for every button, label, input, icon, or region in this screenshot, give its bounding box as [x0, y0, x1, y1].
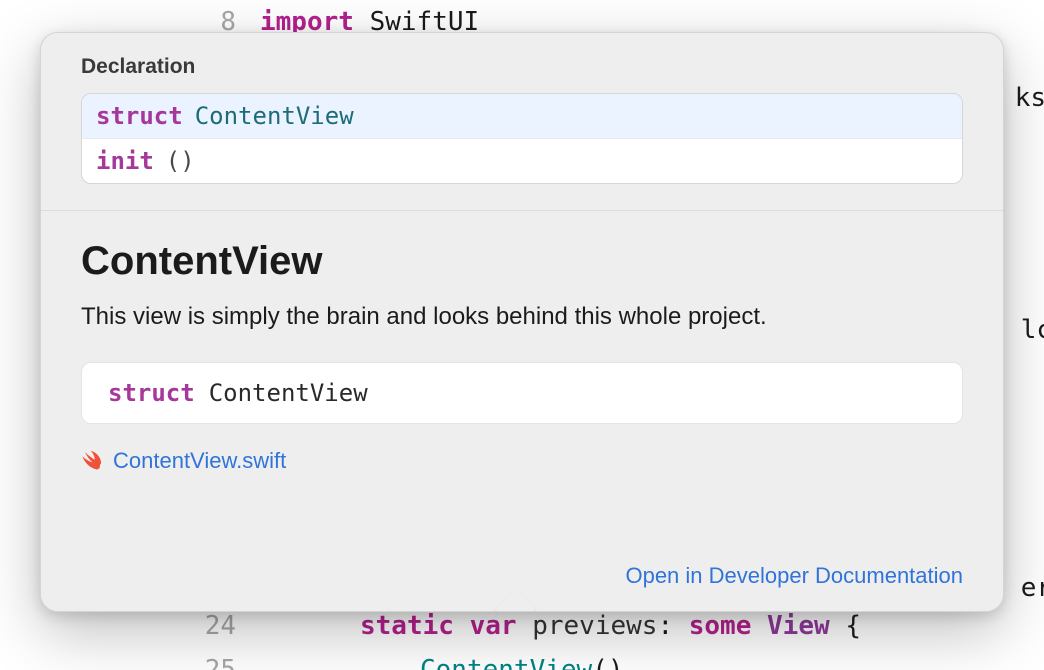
gutter-line-number: 25: [0, 648, 260, 670]
detail-summary: This view is simply the brain and looks …: [81, 300, 963, 334]
keyword-static: static: [360, 611, 454, 641]
swift-icon: [81, 450, 103, 472]
code-line: 25 ContentView(): [0, 648, 1044, 670]
declaration-row-struct[interactable]: struct ContentView: [82, 94, 962, 138]
decl-keyword: init: [96, 147, 154, 175]
source-file-name: ContentView.swift: [113, 448, 286, 474]
keyword-var: var: [470, 611, 517, 641]
call-contentview: ContentView: [420, 655, 592, 670]
parens: (): [592, 655, 623, 670]
detail-title: ContentView: [81, 239, 963, 284]
signature-keyword: struct: [108, 379, 195, 407]
decl-keyword: struct: [96, 102, 183, 130]
quick-help-popover: Declaration struct ContentView init () Co…: [40, 32, 1004, 612]
decl-parens: (): [166, 147, 195, 175]
keyword-some: some: [689, 611, 752, 641]
declaration-detail: ContentView This view is simply the brai…: [41, 211, 1003, 611]
declaration-section-label: Declaration: [41, 33, 1003, 93]
fragment-ks: ks: [1015, 76, 1044, 120]
fragment-lc: lc: [1021, 308, 1044, 352]
signature-box: struct ContentView: [81, 362, 963, 424]
code-content: ContentView(): [260, 648, 1044, 670]
colon: :: [657, 611, 673, 641]
brace: {: [845, 611, 861, 641]
signature-name: ContentView: [209, 379, 368, 407]
source-file-link[interactable]: ContentView.swift: [81, 448, 286, 478]
identifier-previews: previews: [532, 611, 657, 641]
declaration-list: struct ContentView init (): [81, 93, 963, 184]
declaration-row-init[interactable]: init (): [82, 138, 962, 183]
type-view: View: [767, 611, 830, 641]
decl-name: ContentView: [195, 102, 354, 130]
open-documentation-link[interactable]: Open in Developer Documentation: [625, 563, 963, 589]
fragment-er: er: [1021, 566, 1044, 610]
